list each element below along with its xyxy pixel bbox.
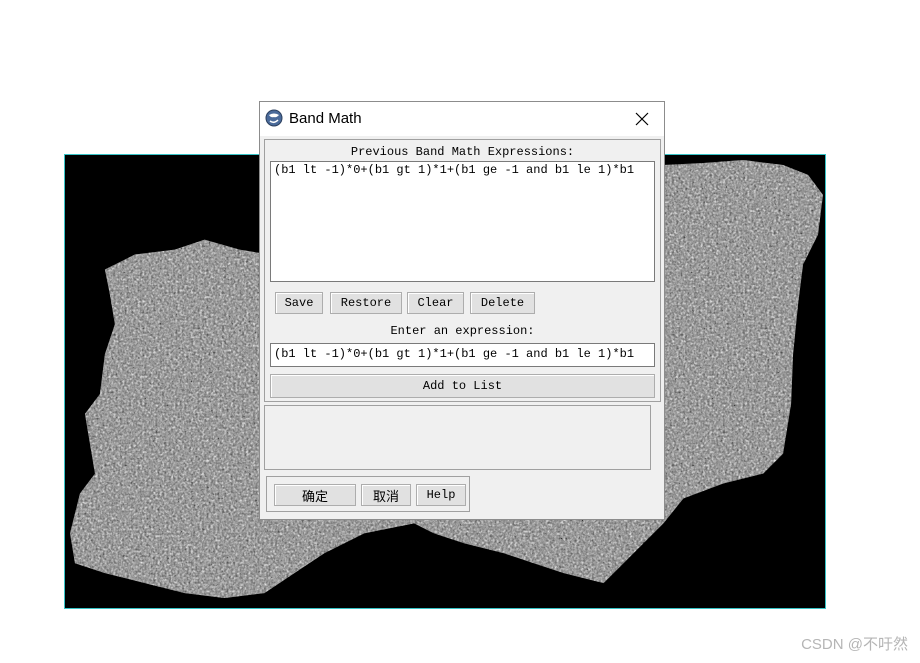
dialog-buttons-group: 确定 取消 Help: [266, 476, 470, 512]
band-math-dialog: Band Math Previous Band Math Expressions…: [259, 101, 665, 520]
close-icon: [635, 112, 649, 126]
previous-expressions-heading: Previous Band Math Expressions:: [350, 145, 575, 159]
globe-icon: [265, 109, 283, 127]
help-button[interactable]: Help: [416, 484, 466, 506]
save-button[interactable]: Save: [275, 292, 323, 314]
ok-button[interactable]: 确定: [274, 484, 356, 506]
expression-group: Previous Band Math Expressions: (b1 lt -…: [264, 139, 661, 402]
status-area: [264, 405, 651, 470]
close-button[interactable]: [620, 102, 664, 136]
window-title: Band Math: [289, 110, 362, 127]
cancel-button[interactable]: 取消: [361, 484, 411, 506]
watermark: CSDN @不吁然: [801, 636, 908, 653]
add-to-list-button[interactable]: Add to List: [270, 374, 655, 398]
list-item[interactable]: (b1 lt -1)*0+(b1 gt 1)*1+(b1 ge -1 and b…: [274, 163, 651, 177]
clear-button[interactable]: Clear: [407, 292, 464, 314]
previous-expressions-list[interactable]: (b1 lt -1)*0+(b1 gt 1)*1+(b1 ge -1 and b…: [270, 161, 655, 282]
restore-button[interactable]: Restore: [330, 292, 402, 314]
expression-input[interactable]: (b1 lt -1)*0+(b1 gt 1)*1+(b1 ge -1 and b…: [270, 343, 655, 367]
expression-label: Enter an expression:: [390, 324, 535, 338]
title-bar[interactable]: Band Math: [260, 102, 664, 136]
delete-button[interactable]: Delete: [470, 292, 535, 314]
